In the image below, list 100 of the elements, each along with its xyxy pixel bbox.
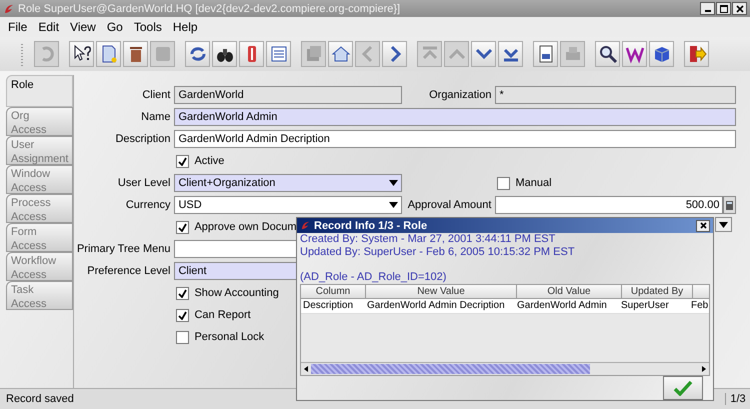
text-field[interactable]: GardenWorld [174,86,402,104]
tab[interactable]: Form Access [6,223,74,252]
dropdown[interactable]: USD [174,196,402,214]
checkbox-label: Personal Lock [194,331,264,343]
field-label: User Level [116,177,172,189]
text-field[interactable]: GardenWorld Admin [174,108,736,126]
table-cell-text: Description [302,299,354,313]
column-header[interactable]: Column [301,285,366,299]
close-icon [736,4,744,12]
menu-item[interactable]: Edit [38,20,60,34]
ok-button[interactable] [663,376,703,400]
record-info-text: Created By: System - Mar 27, 2001 3:44:11 PM EST [299,233,556,246]
table-cell-text: Feb [690,299,710,313]
list-icon [268,44,288,64]
column-header[interactable]: Updated By [622,285,693,299]
tab[interactable]: Window Access [6,165,74,194]
delete-button[interactable] [123,41,148,67]
minimize-button[interactable] [700,2,715,15]
menu-item[interactable]: Tools [134,20,162,34]
check-icon [178,156,188,166]
app-logo-icon [3,2,15,14]
column-header[interactable]: Old Value [517,285,622,299]
table-cell-text: GardenWorld Admin Decription [366,299,506,313]
checkbox-label: Active [194,155,224,167]
scrollbar-thumb[interactable] [311,364,590,374]
magnifier-icon [598,44,618,64]
checkbox-label: Can Report [194,309,251,321]
history-dropdown-button[interactable] [715,217,732,232]
calculator-button[interactable] [723,196,736,214]
table-cell-text: SuperUser [620,299,670,313]
tab[interactable]: Task Access [6,281,74,310]
menu-item[interactable]: Go [106,20,123,34]
menu-item[interactable]: Help [172,20,198,34]
tab[interactable]: Org Access [6,107,74,136]
home-icon [330,44,350,64]
dropdown-value: USD [178,198,202,213]
menu-item[interactable]: File [8,20,28,34]
new-button[interactable] [96,41,121,67]
checkbox-label: Approve own Docum [194,221,297,233]
report-button[interactable] [533,41,558,67]
field-label: Currency [124,199,172,211]
field-label: Approval Amount [406,199,492,211]
checkbox-label: Show Accounting [194,287,279,299]
tab[interactable]: Workflow Access [6,252,74,281]
checkbox[interactable] [497,176,510,190]
tab[interactable]: Process Access [6,194,74,223]
workflow-button[interactable] [622,41,647,67]
text-field[interactable]: * [495,86,736,104]
close-button[interactable] [732,2,747,15]
field-label: Name [140,111,172,123]
close-icon [700,222,706,229]
tab[interactable]: User Assignment [6,136,74,165]
dialog-title: Record Info 1/3 - Role [314,220,428,232]
menu-item[interactable]: View [70,20,96,34]
checkbox[interactable] [176,286,190,300]
field-label: Client [141,89,172,101]
forward-button[interactable] [382,41,407,67]
product-button[interactable] [649,41,674,67]
dropdown[interactable]: Client+Organization [174,174,402,192]
exit-button[interactable] [684,41,709,67]
text-field[interactable]: GardenWorld Admin Decription [174,130,736,148]
check-icon [178,222,188,232]
dropdown-value: Client+Organization [178,176,276,191]
window-title: Role SuperUser@GardenWorld.HQ [dev2{dev2-dev2.compiere.org-compiere}] [18,2,402,14]
checkbox[interactable] [176,308,190,322]
field-label: Preference Level [86,265,172,277]
calculator-icon [726,200,734,210]
tab[interactable]: Role [6,75,74,107]
down-caret-icon [719,222,728,228]
field-label: Description [114,133,172,145]
find-button[interactable] [212,41,237,67]
check-icon [178,288,188,298]
last-button[interactable] [498,41,523,67]
toolbar-grip-icon [20,41,26,67]
checkbox[interactable] [176,154,190,168]
maximize-button[interactable] [716,2,731,15]
help-button[interactable] [69,41,94,67]
zoom-button[interactable] [595,41,620,67]
grid-button[interactable] [266,41,291,67]
attachment-button[interactable] [239,41,264,67]
record-counter: 1/3 [725,393,750,405]
column-header[interactable]: New Value [366,285,517,299]
close-button[interactable] [696,220,710,232]
dropdown-arrow-icon [389,202,398,208]
refresh-button[interactable] [185,41,210,67]
maximize-icon [720,4,728,12]
field-label: Organization [428,89,492,101]
checkbox[interactable] [176,220,190,234]
app-logo-icon [300,220,311,231]
checkmark-icon [673,380,693,396]
checkbox-label: Manual [515,177,552,189]
home-button[interactable] [328,41,353,67]
status-message: Record saved [5,393,75,405]
text-field[interactable]: 500.00 [495,196,724,214]
next-button[interactable] [471,41,496,67]
horizontal-scrollbar[interactable] [301,362,709,375]
check-icon [178,310,188,320]
field-label: Primary Tree Menu [76,243,172,255]
minimize-icon [704,10,710,12]
checkbox[interactable] [176,330,190,344]
